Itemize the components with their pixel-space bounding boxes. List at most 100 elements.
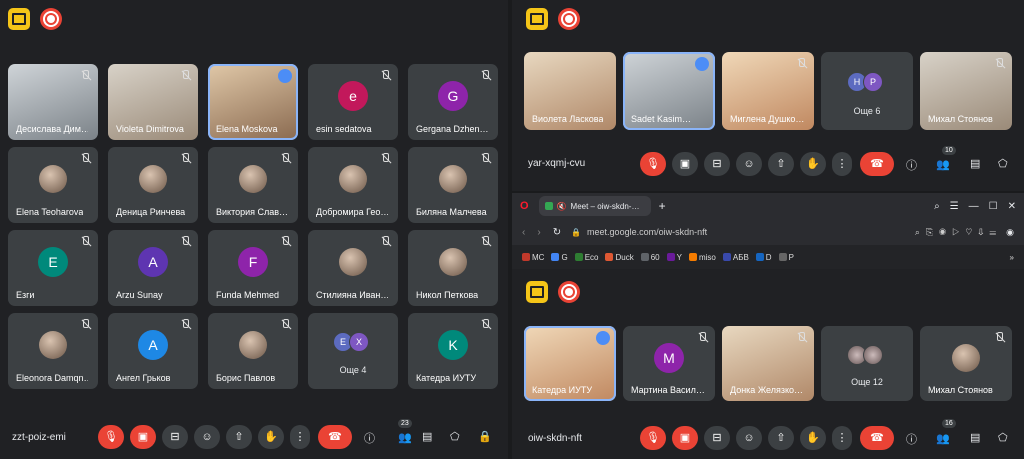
activities-icon[interactable]: ⬠ <box>998 431 1008 444</box>
bookmark-item[interactable]: G <box>551 253 568 262</box>
bookmark-item[interactable]: P <box>778 253 794 262</box>
people-icon[interactable]: 👥 <box>398 431 412 444</box>
people-icon[interactable]: 👥 <box>936 158 950 171</box>
new-tab-icon[interactable]: + <box>659 199 666 213</box>
present-button[interactable]: ⇧ <box>226 425 252 449</box>
people-icon[interactable]: 👥 <box>936 432 950 445</box>
chat-icon[interactable]: ▤ <box>970 157 980 170</box>
activities-icon[interactable]: ⬠ <box>998 157 1008 170</box>
more-options-button[interactable]: ⋮ <box>832 426 852 450</box>
participant-tile[interactable]: Eleonora Damqn… <box>8 313 98 389</box>
raise-hand-button[interactable]: ✋ <box>800 152 826 176</box>
raise-hand-button[interactable]: ✋ <box>258 425 284 449</box>
participant-name: Виолета Ласкова <box>532 114 604 124</box>
bookmark-item[interactable]: Duck <box>605 253 634 262</box>
participant-tile[interactable]: Катедра ИУТУ <box>524 326 616 401</box>
participant-tile[interactable]: Михал Стоянов <box>920 326 1012 401</box>
camera-button[interactable]: ▣ <box>672 152 698 176</box>
tab-list-icon[interactable]: ☰ <box>950 201 959 212</box>
recording-icon[interactable] <box>40 8 62 30</box>
participant-tile[interactable]: Донка Желязко… <box>722 326 814 401</box>
participant-tile[interactable]: E X Още 4 <box>308 313 398 389</box>
maximize-icon[interactable]: ☐ <box>989 201 998 212</box>
forward-icon[interactable]: › <box>537 227 540 238</box>
info-icon[interactable]: ⓘ <box>906 157 917 173</box>
recording-icon[interactable] <box>558 8 580 30</box>
participant-tile[interactable]: Добромира Гео… <box>308 147 398 223</box>
participant-tile[interactable]: G Gergana Dzhen… <box>408 64 498 140</box>
participant-tile[interactable]: Десислава Дим… <box>8 64 98 140</box>
mic-off-button[interactable]: 🎙 <box>640 426 666 450</box>
url-field[interactable]: meet.google.com/oiw-skdn-nft <box>587 227 707 237</box>
leave-call-button[interactable]: ☎ <box>860 426 894 450</box>
participant-tile[interactable]: Виолета Ласкова <box>524 52 616 130</box>
chat-icon[interactable]: ▤ <box>422 430 432 443</box>
participant-tile[interactable]: Стилияна Иван… <box>308 230 398 306</box>
captions-button[interactable]: ⊟ <box>704 152 730 176</box>
more-options-button[interactable]: ⋮ <box>290 425 310 449</box>
reload-icon[interactable]: ↻ <box>553 227 561 238</box>
bookmarks-overflow-button[interactable]: » <box>1010 253 1014 262</box>
present-button[interactable]: ⇧ <box>768 152 794 176</box>
recording-icon[interactable] <box>558 281 580 303</box>
participant-tile[interactable]: Violeta Dimitrova <box>108 64 198 140</box>
more-options-icon[interactable] <box>596 331 610 345</box>
participant-tile[interactable]: Деница Ринчева <box>108 147 198 223</box>
participant-tile[interactable]: A Ангел Грьков <box>108 313 198 389</box>
participant-tile[interactable]: F Funda Mehmed <box>208 230 298 306</box>
search-icon[interactable]: ⌕ <box>934 201 940 212</box>
participant-tile[interactable]: Виктория Слав… <box>208 147 298 223</box>
bookmark-item[interactable]: MC <box>522 253 544 262</box>
more-options-button[interactable]: ⋮ <box>832 152 852 176</box>
participant-tile[interactable]: Биляна Малчева <box>408 147 498 223</box>
camera-off-button[interactable]: ▣ <box>130 425 156 449</box>
bookmark-item[interactable]: Y <box>666 253 682 262</box>
captions-off-icon[interactable] <box>526 281 548 303</box>
participant-tile[interactable]: Elena Moskova <box>208 64 298 140</box>
present-button[interactable]: ⇧ <box>768 426 794 450</box>
participant-tile[interactable]: Още 12 <box>821 326 913 401</box>
mic-off-button[interactable]: 🎙 <box>98 425 124 449</box>
participant-tile[interactable]: Михал Стоянов <box>920 52 1012 130</box>
more-options-icon[interactable] <box>695 57 709 71</box>
profile-icon[interactable]: ◉ <box>1006 227 1014 238</box>
participant-tile[interactable]: Миглена Душко… <box>722 52 814 130</box>
camera-off-button[interactable]: ▣ <box>672 426 698 450</box>
participant-tile[interactable]: Никол Петкова <box>408 230 498 306</box>
bookmark-item[interactable]: Eco <box>574 253 598 262</box>
participant-tile[interactable]: H P Още 6 <box>821 52 913 130</box>
info-icon[interactable]: ⓘ <box>364 430 375 446</box>
info-icon[interactable]: ⓘ <box>906 431 917 447</box>
bookmark-item[interactable]: 60 <box>640 253 660 262</box>
back-icon[interactable]: ‹ <box>522 227 525 238</box>
participant-tile[interactable]: E Езги <box>8 230 98 306</box>
reactions-button[interactable]: ☺ <box>736 426 762 450</box>
tab-meet[interactable]: 🔇 Meet – oiw-skdn-… <box>538 196 651 216</box>
bookmark-item[interactable]: АБВ <box>722 253 749 262</box>
bookmark-item[interactable]: D <box>755 253 772 262</box>
chat-icon[interactable]: ▤ <box>970 431 980 444</box>
reactions-button[interactable]: ☺ <box>736 152 762 176</box>
mic-off-button[interactable]: 🎙 <box>640 152 666 176</box>
reactions-button[interactable]: ☺ <box>194 425 220 449</box>
minimize-icon[interactable]: — <box>969 201 979 212</box>
address-bar-actions-icon[interactable]: ⌕⎘◉▷♡⇩☰ <box>915 227 1002 238</box>
participant-tile[interactable]: Борис Павлов <box>208 313 298 389</box>
participant-tile[interactable]: A Arzu Sunay <box>108 230 198 306</box>
leave-call-button[interactable]: ☎ <box>318 425 352 449</box>
participant-tile[interactable]: K Катедра ИУТУ <box>408 313 498 389</box>
raise-hand-button[interactable]: ✋ <box>800 426 826 450</box>
captions-off-icon[interactable] <box>8 8 30 30</box>
captions-button[interactable]: ⊟ <box>704 426 730 450</box>
participant-tile[interactable]: Elena Teoharova <box>8 147 98 223</box>
close-icon[interactable]: ✕ <box>1008 201 1016 212</box>
bookmark-item[interactable]: miso <box>688 253 716 262</box>
activities-icon[interactable]: ⬠ <box>450 430 460 443</box>
participant-tile[interactable]: M Мартина Васил… <box>623 326 715 401</box>
host-controls-icon[interactable]: 🔒 <box>478 430 492 443</box>
participant-tile[interactable]: e esin sedatova <box>308 64 398 140</box>
participant-tile[interactable]: Sadet Kasim… <box>623 52 715 130</box>
leave-call-button[interactable]: ☎ <box>860 152 894 176</box>
captions-off-icon[interactable] <box>526 8 548 30</box>
captions-button[interactable]: ⊟ <box>162 425 188 449</box>
